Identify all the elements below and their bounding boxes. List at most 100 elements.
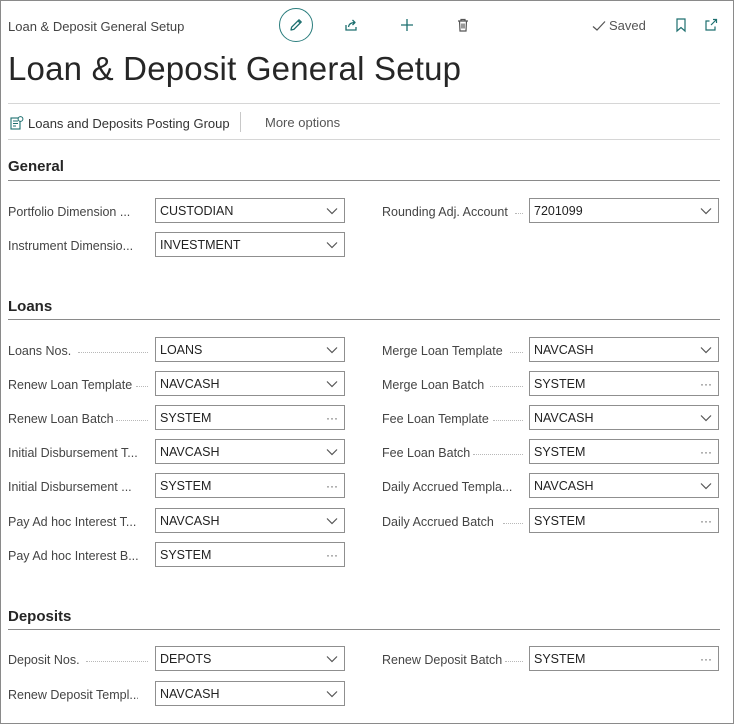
renew-loan-template-field[interactable]: NAVCASH [155, 371, 345, 396]
fee-loan-batch-label: Fee Loan Batch [382, 446, 471, 460]
posting-group-action[interactable]: Loans and Deposits Posting Group [9, 115, 230, 131]
section-deposits-rule [8, 629, 720, 630]
leader-dots [490, 386, 523, 387]
chevron-down-icon[interactable] [320, 682, 344, 705]
bookmark-icon [676, 18, 686, 33]
new-button[interactable] [390, 8, 424, 42]
chevron-down-icon[interactable] [320, 233, 344, 256]
ellipsis-icon[interactable]: ··· [694, 647, 718, 670]
section-loans-title[interactable]: Loans [8, 298, 52, 315]
share-icon [345, 19, 357, 31]
fee-loan-batch-field[interactable]: SYSTEM ··· [529, 439, 719, 464]
chevron-down-icon[interactable] [694, 199, 718, 222]
chevron-down-icon[interactable] [320, 647, 344, 670]
saved-label: Saved [609, 18, 646, 33]
section-general-title[interactable]: General [8, 158, 64, 175]
loan-nos-label: Loans Nos. [8, 344, 72, 358]
portfolio-dimension-field[interactable]: CUSTODIAN [155, 198, 345, 223]
renew-deposit-batch-value: SYSTEM [534, 651, 586, 666]
open-new-window-button[interactable] [694, 9, 728, 41]
leader-dots [510, 352, 523, 353]
top-bar: Loan & Deposit General Setup Saved [0, 0, 734, 52]
initial-disbursement-template-field[interactable]: NAVCASH [155, 439, 345, 464]
chevron-down-icon[interactable] [320, 338, 344, 361]
deposit-nos-field[interactable]: DEPOTS [155, 646, 345, 671]
fee-loan-template-field[interactable]: NAVCASH [529, 405, 719, 430]
fee-loan-batch-value: SYSTEM [534, 444, 586, 459]
renew-deposit-template-value: NAVCASH [160, 686, 220, 701]
more-options-label: More options [265, 115, 341, 130]
daily-accrued-batch-label: Daily Accrued Batch [382, 515, 494, 529]
share-button[interactable] [334, 8, 368, 42]
delete-button[interactable] [446, 8, 480, 42]
chevron-down-icon[interactable] [694, 338, 718, 361]
pop-out-icon [705, 18, 718, 31]
posting-group-icon [10, 116, 24, 130]
pay-adhoc-template-label: Pay Ad hoc Interest T... [8, 515, 137, 529]
initial-disbursement-template-label: Initial Disbursement T... [8, 446, 138, 460]
chevron-down-icon[interactable] [320, 440, 344, 463]
renew-deposit-template-label: Renew Deposit Templ... [8, 688, 138, 702]
ellipsis-icon[interactable]: ··· [694, 440, 718, 463]
instrument-dimension-label: Instrument Dimensio... [8, 239, 134, 253]
instrument-dimension-value: INVESTMENT [160, 237, 241, 252]
daily-accrued-template-label: Daily Accrued Templa... [382, 480, 513, 494]
leader-dots [473, 454, 523, 455]
chevron-down-icon[interactable] [694, 474, 718, 497]
chevron-down-icon[interactable] [320, 509, 344, 532]
ellipsis-icon[interactable]: ··· [694, 372, 718, 395]
rounding-account-value: 7201099 [534, 203, 583, 218]
plus-icon [401, 19, 413, 31]
merge-loan-template-label: Merge Loan Template [382, 344, 503, 358]
fee-loan-template-value: NAVCASH [534, 410, 594, 425]
daily-accrued-batch-field[interactable]: SYSTEM ··· [529, 508, 719, 533]
leader-dots [116, 420, 148, 421]
renew-deposit-batch-field[interactable]: SYSTEM ··· [529, 646, 719, 671]
pay-adhoc-template-field[interactable]: NAVCASH [155, 508, 345, 533]
renew-loan-batch-field[interactable]: SYSTEM ··· [155, 405, 345, 430]
instrument-dimension-field[interactable]: INVESTMENT [155, 232, 345, 257]
daily-accrued-template-field[interactable]: NAVCASH [529, 473, 719, 498]
edit-button[interactable] [279, 8, 313, 42]
more-options-button[interactable]: More options [265, 115, 340, 130]
posting-group-label: Loans and Deposits Posting Group [28, 115, 230, 131]
daily-accrued-template-value: NAVCASH [534, 478, 594, 493]
renew-loan-template-label: Renew Loan Template [8, 378, 133, 392]
renew-deposit-batch-label: Renew Deposit Batch [382, 653, 503, 667]
saved-status: Saved [592, 18, 646, 33]
initial-disbursement-batch-label: Initial Disbursement ... [8, 480, 132, 494]
merge-loan-batch-field[interactable]: SYSTEM ··· [529, 371, 719, 396]
merge-loan-template-field[interactable]: NAVCASH [529, 337, 719, 362]
pay-adhoc-batch-label: Pay Ad hoc Interest B... [8, 549, 138, 563]
initial-disbursement-batch-field[interactable]: SYSTEM ··· [155, 473, 345, 498]
chevron-down-icon[interactable] [320, 199, 344, 222]
leader-dots [136, 386, 148, 387]
leader-dots [493, 420, 523, 421]
initial-disbursement-template-value: NAVCASH [160, 444, 220, 459]
merge-loan-batch-label: Merge Loan Batch [382, 378, 485, 392]
ellipsis-icon[interactable]: ··· [320, 406, 344, 429]
rounding-account-label: Rounding Adj. Account [382, 205, 508, 219]
leader-dots [515, 213, 523, 214]
action-bar: Loans and Deposits Posting Group More op… [8, 103, 720, 140]
renew-loan-batch-value: SYSTEM [160, 410, 212, 425]
portfolio-dimension-value: CUSTODIAN [160, 203, 234, 218]
merge-loan-template-value: NAVCASH [534, 342, 594, 357]
breadcrumb[interactable]: Loan & Deposit General Setup [8, 19, 184, 34]
chevron-down-icon[interactable] [320, 372, 344, 395]
trash-icon [458, 18, 468, 32]
section-deposits-title[interactable]: Deposits [8, 608, 71, 625]
pay-adhoc-batch-field[interactable]: SYSTEM ··· [155, 542, 345, 567]
pencil-icon [290, 19, 302, 31]
ellipsis-icon[interactable]: ··· [694, 509, 718, 532]
renew-deposit-template-field[interactable]: NAVCASH [155, 681, 345, 706]
action-separator [240, 112, 241, 132]
bookmark-button[interactable] [664, 9, 698, 41]
renew-loan-template-value: NAVCASH [160, 376, 220, 391]
chevron-down-icon[interactable] [694, 406, 718, 429]
ellipsis-icon[interactable]: ··· [320, 543, 344, 566]
rounding-account-field[interactable]: 7201099 [529, 198, 719, 223]
ellipsis-icon[interactable]: ··· [320, 474, 344, 497]
merge-loan-batch-value: SYSTEM [534, 376, 586, 391]
loan-nos-field[interactable]: LOANS [155, 337, 345, 362]
